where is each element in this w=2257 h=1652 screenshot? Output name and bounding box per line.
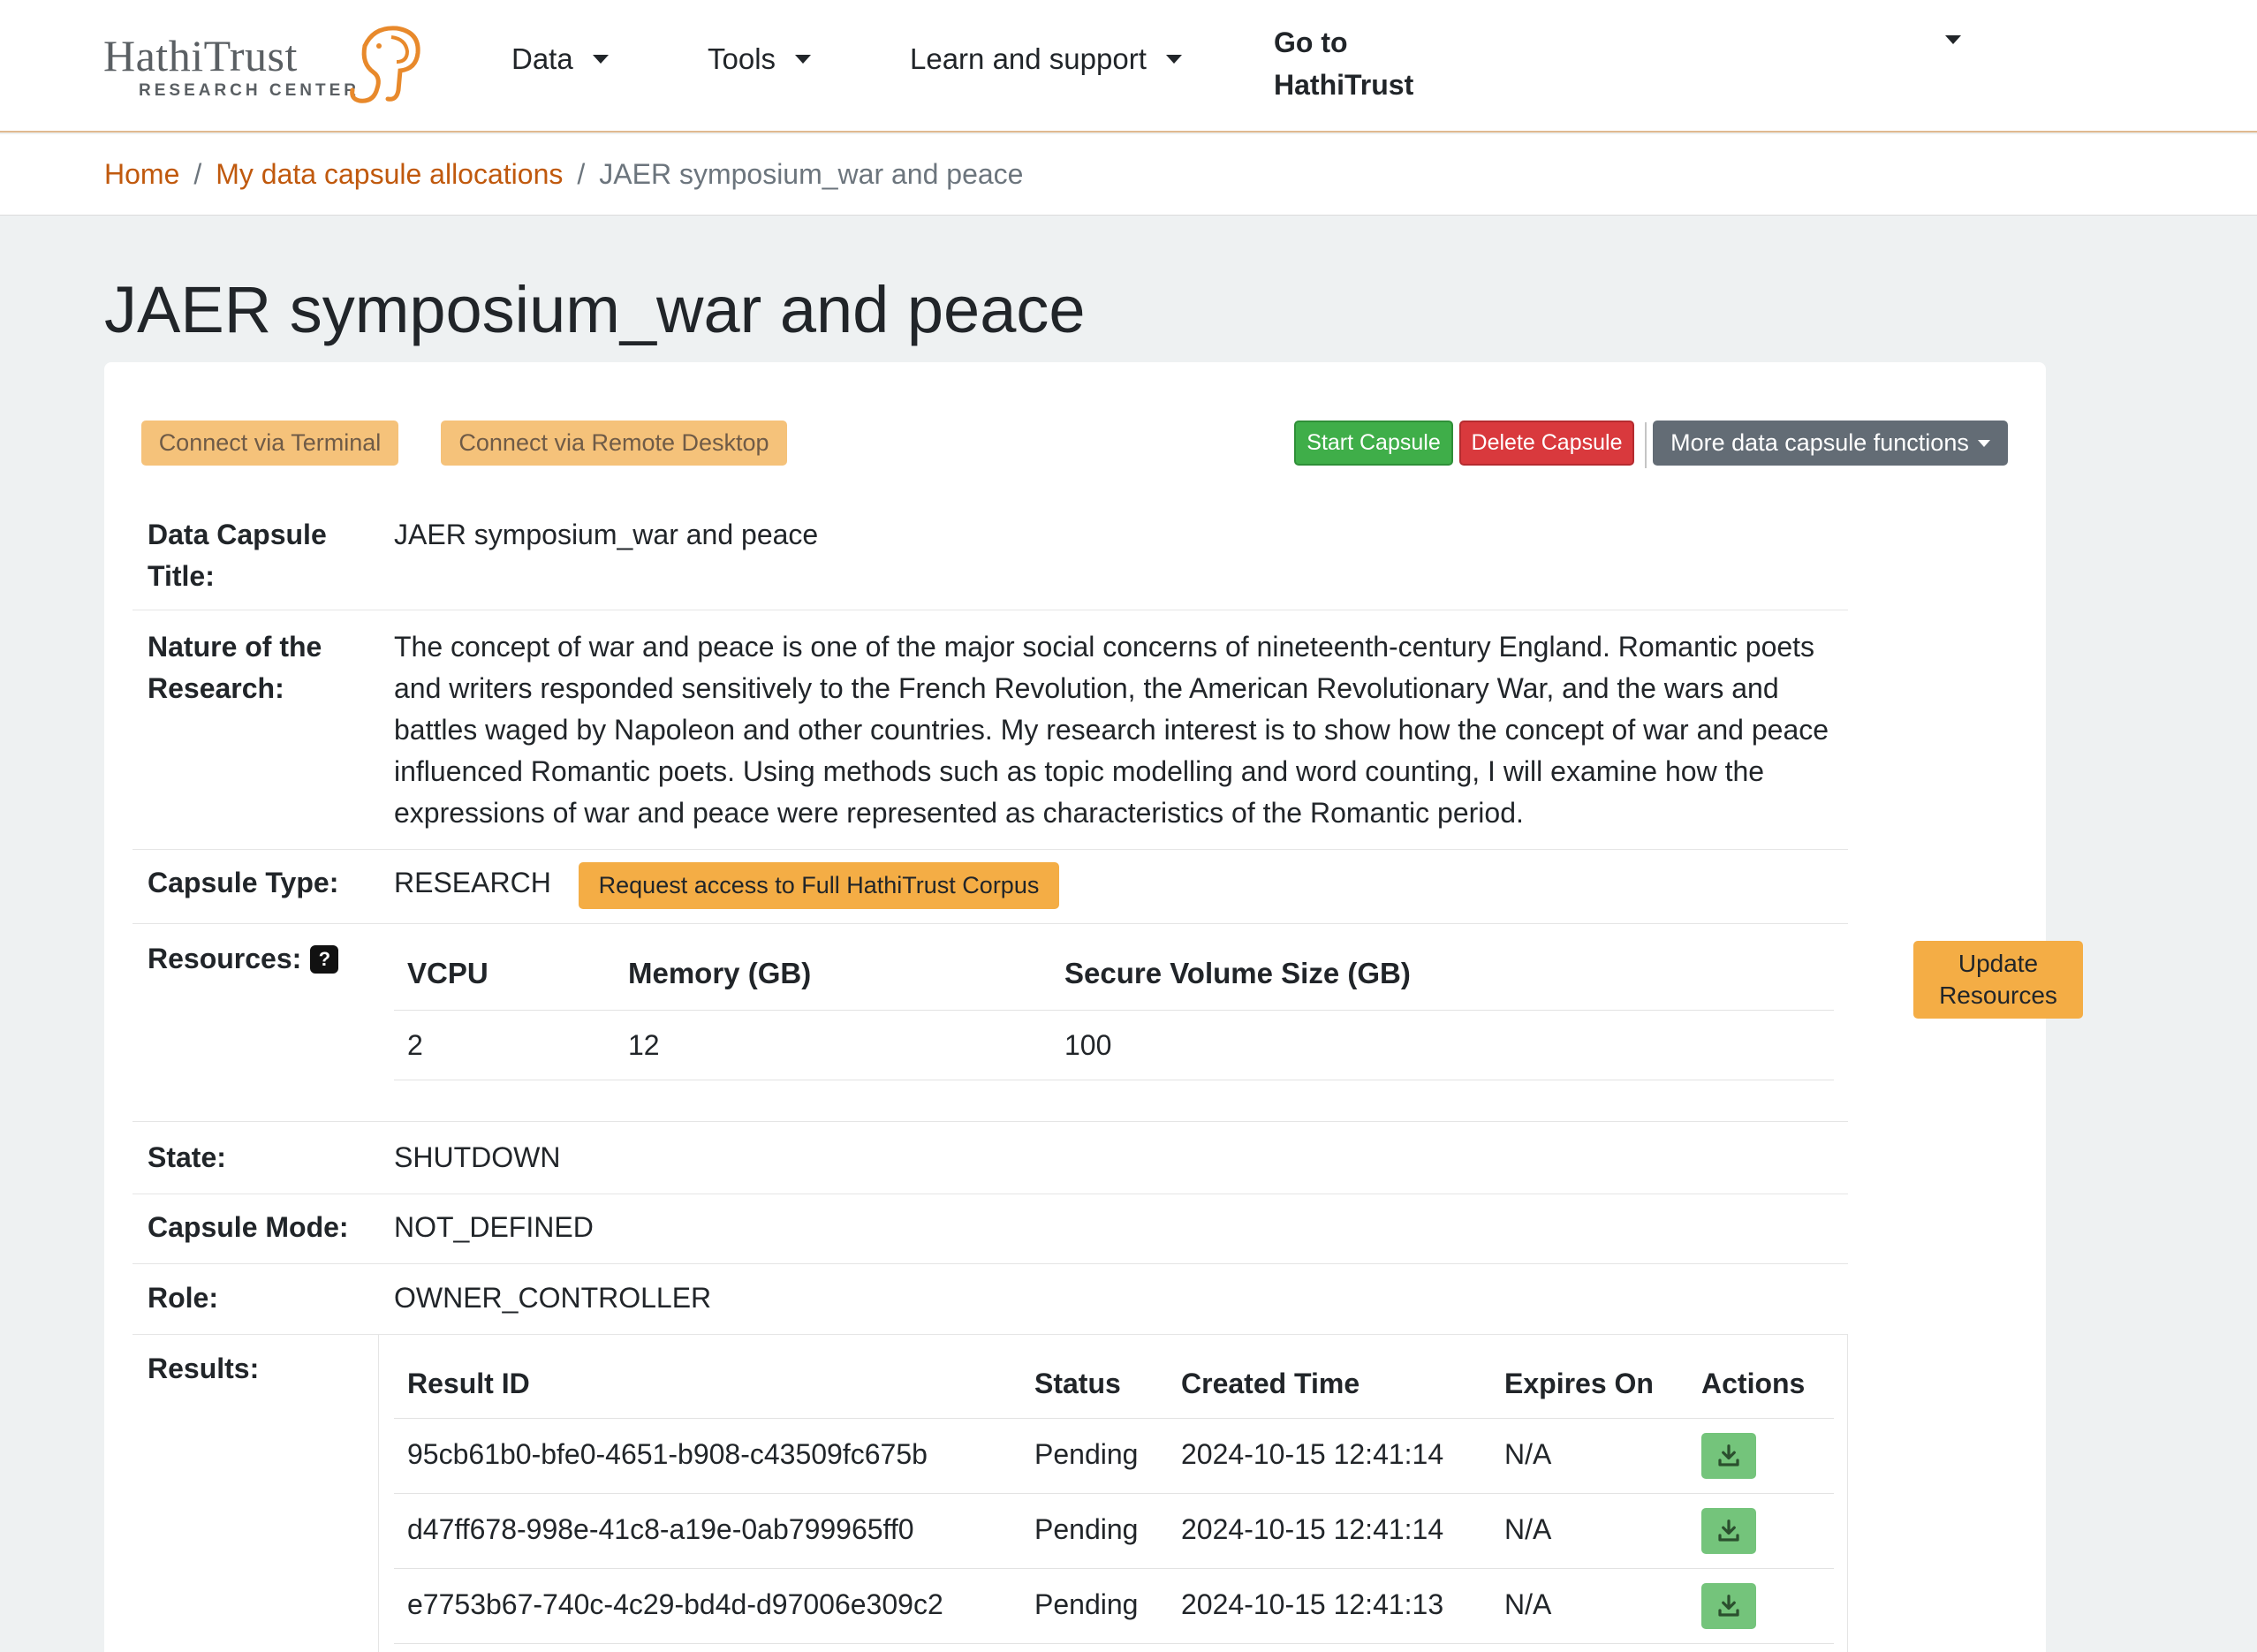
capsule-title-value: JAER symposium_war and peace — [394, 519, 819, 550]
result-status: Pending — [1034, 1513, 1139, 1545]
goto-line1: Go to — [1274, 27, 1348, 58]
capsule-title-label: Data Capsule Title: — [148, 519, 327, 592]
download-button[interactable] — [1701, 1433, 1756, 1479]
resources-header-memory: Memory (GB) — [628, 957, 812, 989]
download-icon — [1718, 1595, 1739, 1617]
nav-data[interactable]: Data — [511, 42, 609, 76]
nav-tools-label: Tools — [708, 42, 776, 75]
caret-down-icon — [1977, 439, 1990, 447]
nature-line: The concept of war and peace is one of t… — [394, 631, 1815, 663]
breadcrumb-home[interactable]: Home — [104, 158, 179, 191]
role-label: Role: — [148, 1282, 218, 1314]
resources-header-vcpu: VCPU — [407, 957, 489, 989]
result-created: 2024-10-15 12:41:14 — [1181, 1513, 1444, 1545]
button-divider — [1645, 422, 1647, 468]
resources-header-divider — [394, 1010, 1834, 1011]
results-label: Results: — [148, 1353, 260, 1384]
elephant-icon — [350, 26, 420, 103]
request-full-corpus-button[interactable]: Request access to Full HathiTrust Corpus — [579, 862, 1059, 909]
nature-line: and writers responded sensitively to the… — [394, 672, 1779, 704]
logo-subtext: RESEARCH CENTER — [139, 81, 360, 100]
resources-vcpu-value: 2 — [407, 1029, 423, 1061]
update-resources-button[interactable]: Update Resources — [1913, 941, 2083, 1019]
delete-capsule-button[interactable]: Delete Capsule — [1459, 421, 1634, 466]
connect-terminal-button[interactable]: Connect via Terminal — [141, 421, 398, 466]
results-header-actions: Actions — [1701, 1368, 1806, 1399]
result-expires: N/A — [1504, 1438, 1552, 1470]
results-row-divider — [394, 1493, 1834, 1494]
capsule-mode-value: NOT_DEFINED — [394, 1211, 594, 1243]
nav-learn-label: Learn and support — [910, 42, 1147, 75]
download-icon — [1718, 1519, 1739, 1542]
nature-line: influenced Romantic poets. Using methods… — [394, 755, 1765, 787]
state-label: State: — [148, 1141, 226, 1173]
nav-data-label: Data — [511, 42, 573, 75]
results-header-id: Result ID — [407, 1368, 530, 1399]
update-resources-line1: Update — [1958, 950, 2039, 977]
result-created: 2024-10-15 12:41:14 — [1181, 1438, 1444, 1470]
start-capsule-button[interactable]: Start Capsule — [1294, 421, 1453, 466]
breadcrumb: Home / My data capsule allocations / JAE… — [0, 134, 2257, 216]
resources-volume-value: 100 — [1064, 1029, 1112, 1061]
chevron-down-icon — [795, 55, 812, 64]
hathitrust-logo[interactable]: HathiTrust RESEARCH CENTER — [103, 19, 421, 108]
results-header-expires: Expires On — [1504, 1368, 1654, 1399]
download-icon — [1718, 1444, 1739, 1466]
result-id: d47ff678-998e-41c8-a19e-0ab799965ff0 — [407, 1513, 914, 1545]
question-icon[interactable]: ? — [310, 944, 339, 974]
capsule-mode-label: Capsule Mode: — [148, 1211, 349, 1243]
role-value: OWNER_CONTROLLER — [394, 1282, 712, 1314]
chevron-down-icon — [1165, 55, 1182, 64]
resources-label: Resources:? — [148, 938, 339, 980]
resources-header-volume: Secure Volume Size (GB) — [1064, 957, 1411, 989]
results-header-status: Status — [1034, 1368, 1121, 1399]
nature-research-label: Nature of the Research: — [148, 631, 322, 704]
nav-tools[interactable]: Tools — [708, 42, 812, 76]
results-row-divider — [394, 1643, 1834, 1644]
top-navbar: HathiTrust RESEARCH CENTER Data Tools Le… — [0, 0, 2257, 133]
breadcrumb-separator: / — [577, 158, 586, 190]
result-status: Pending — [1034, 1588, 1139, 1620]
breadcrumb-current: JAER symposium_war and peace — [599, 158, 1024, 190]
row-divider — [133, 1121, 1848, 1122]
capsule-type-value: RESEARCH — [394, 867, 551, 898]
more-capsule-functions-button[interactable]: More data capsule functions — [1653, 421, 2008, 466]
chevron-down-icon — [592, 55, 609, 64]
results-header-created: Created Time — [1181, 1368, 1360, 1399]
logo-text: HathiTrust — [103, 31, 298, 80]
resources-label-text: Resources: — [148, 943, 302, 974]
chevron-down-icon[interactable] — [1945, 35, 1961, 44]
download-button[interactable] — [1701, 1508, 1756, 1554]
nature-line: expressions of war and peace were repres… — [394, 797, 1524, 829]
nav-learn-support[interactable]: Learn and support — [910, 42, 1182, 76]
goto-line2: HathiTrust — [1274, 69, 1414, 101]
result-id: e7753b67-740c-4c29-bd4d-d97006e309c2 — [407, 1588, 943, 1620]
results-row-divider — [394, 1568, 1834, 1569]
result-created: 2024-10-15 12:41:13 — [1181, 1588, 1444, 1620]
row-divider — [133, 849, 1848, 850]
connect-remote-desktop-button[interactable]: Connect via Remote Desktop — [441, 421, 787, 466]
nature-research-value: The concept of war and peace is one of t… — [394, 626, 1843, 834]
result-status: Pending — [1034, 1438, 1139, 1470]
result-id: 95cb61b0-bfe0-4651-b908-c43509fc675b — [407, 1438, 928, 1470]
state-value: SHUTDOWN — [394, 1141, 561, 1173]
result-expires: N/A — [1504, 1513, 1552, 1545]
more-functions-label: More data capsule functions — [1670, 429, 1969, 456]
download-button[interactable] — [1701, 1583, 1756, 1629]
breadcrumb-allocations[interactable]: My data capsule allocations — [216, 158, 563, 191]
update-resources-line2: Resources — [1939, 981, 2057, 1009]
nature-line: battles waged by Napoleon and other coun… — [394, 714, 1829, 746]
results-header-divider — [394, 1418, 1834, 1419]
capsule-type-label: Capsule Type: — [148, 867, 339, 898]
resources-memory-value: 12 — [628, 1029, 660, 1061]
result-expires: N/A — [1504, 1588, 1552, 1620]
row-divider — [133, 1263, 1848, 1264]
row-divider — [133, 923, 1848, 924]
page-title: JAER symposium_war and peace — [104, 273, 1086, 346]
nav-goto-hathitrust[interactable]: Go to HathiTrust — [1274, 21, 1413, 106]
breadcrumb-separator: / — [193, 158, 202, 190]
